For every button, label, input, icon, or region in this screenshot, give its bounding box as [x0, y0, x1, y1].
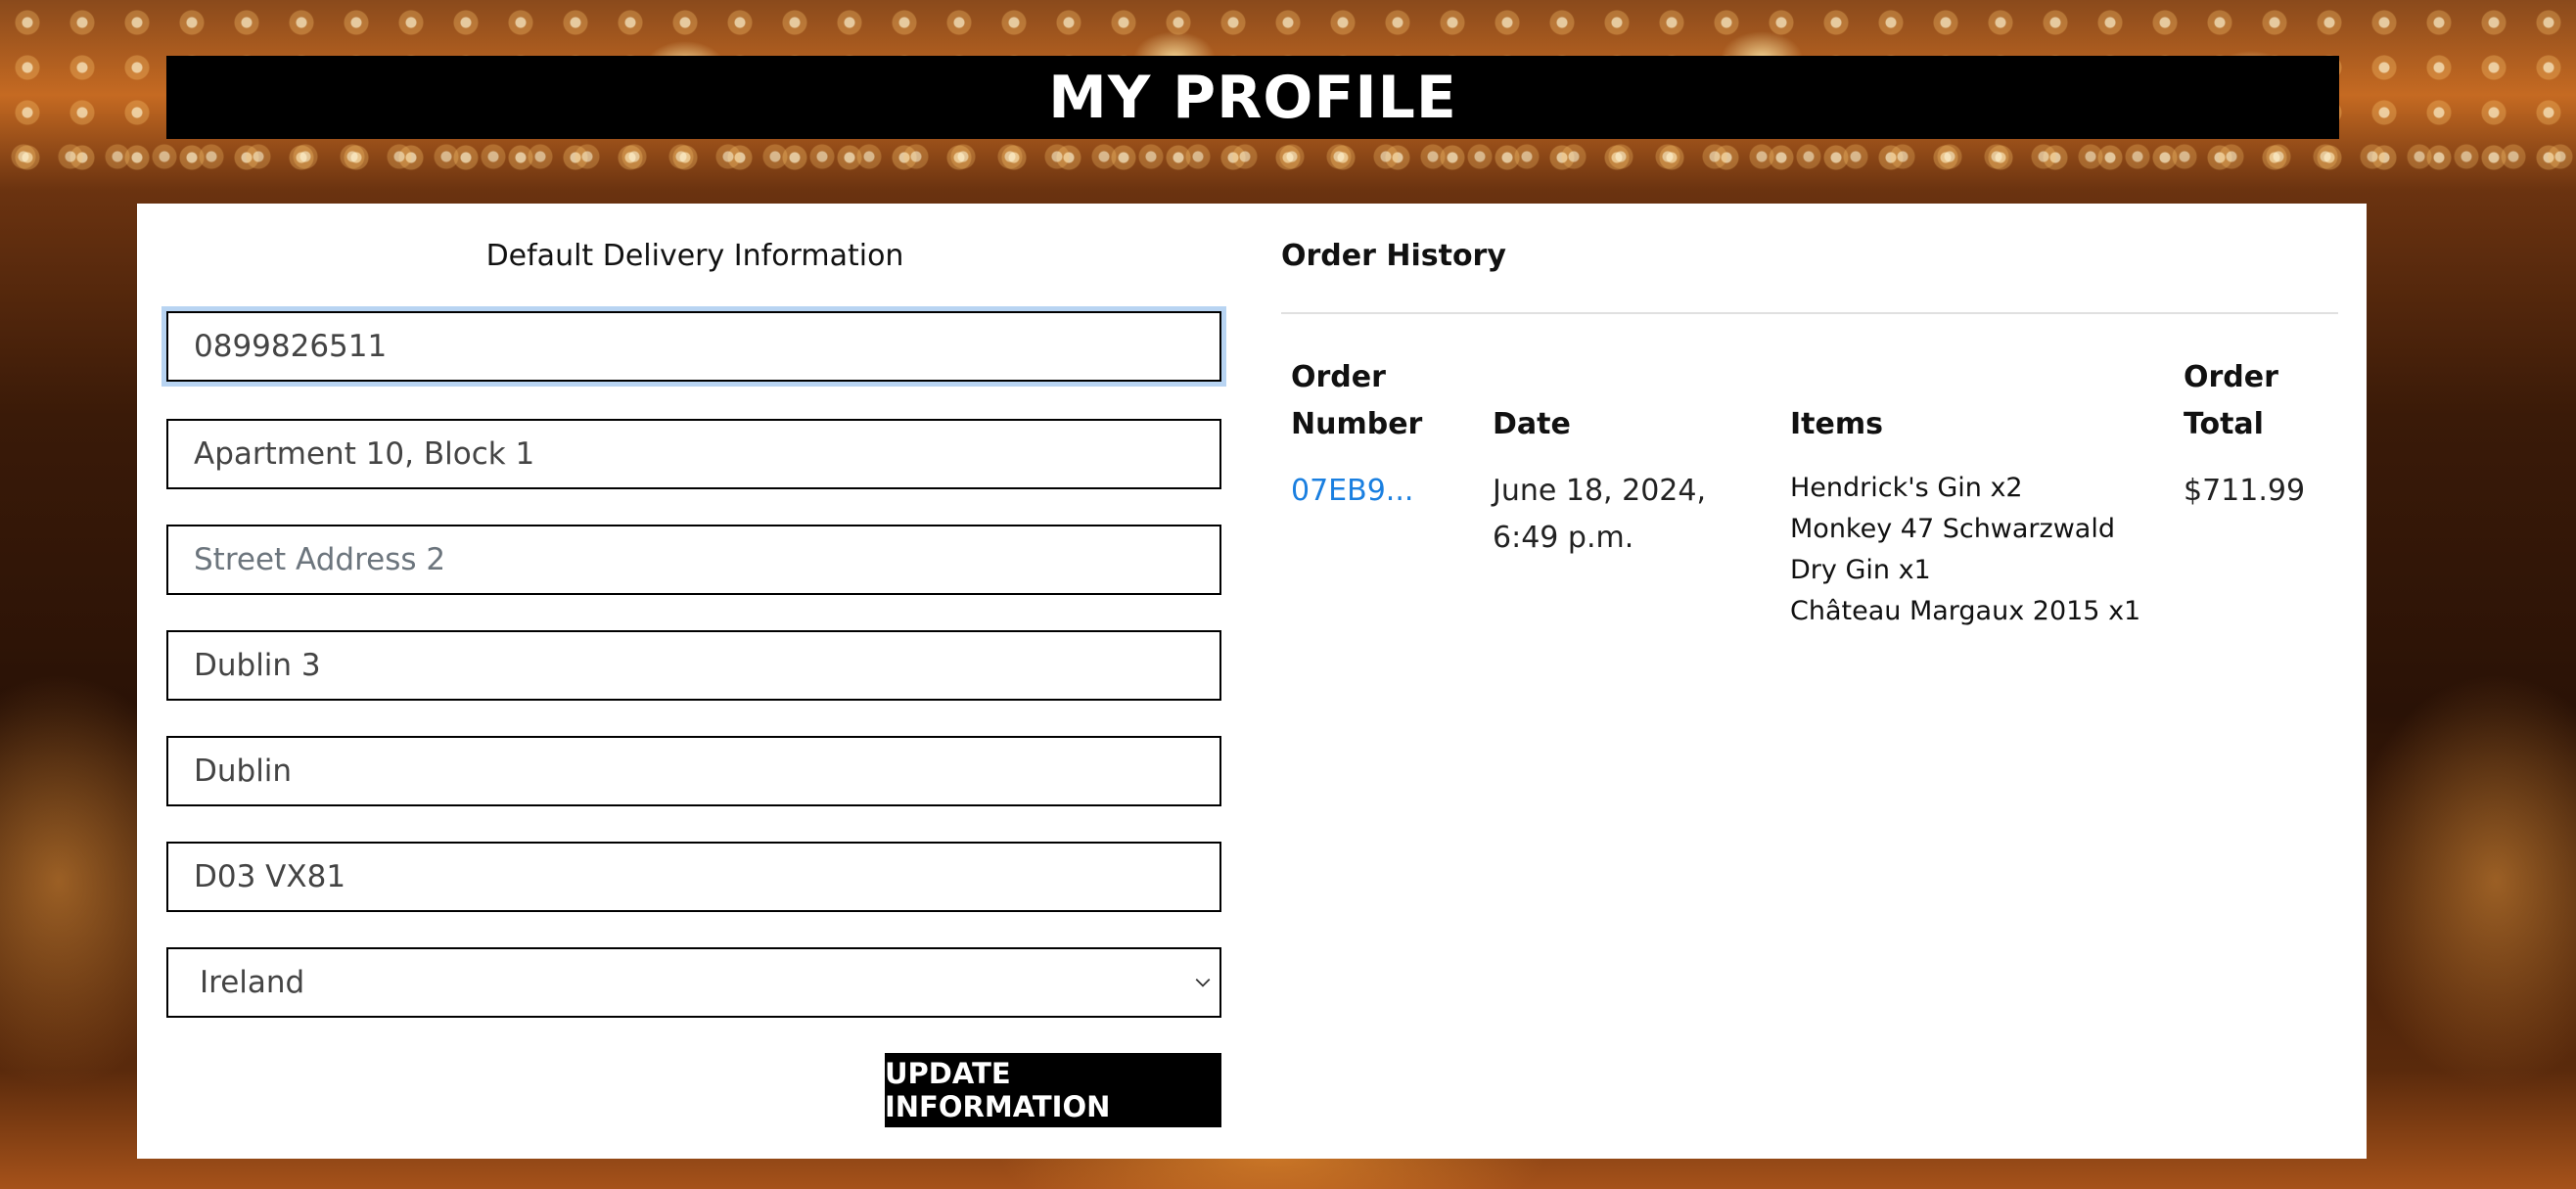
order-item: Hendrick's Gin x2	[1790, 473, 2023, 503]
update-information-button[interactable]: UPDATE INFORMATION	[885, 1053, 1221, 1127]
phone-field[interactable]	[166, 311, 1221, 382]
divider	[1281, 312, 2338, 314]
column-header-date: Date	[1493, 407, 1571, 441]
town-field[interactable]	[166, 736, 1221, 806]
street-address-2-field[interactable]	[166, 525, 1221, 595]
column-header-items: Items	[1790, 407, 1883, 441]
chevron-down-icon	[1195, 978, 1211, 987]
order-date: June 18, 2024, 6:49 p.m.	[1493, 474, 1706, 555]
page-title: MY PROFILE	[1048, 63, 1457, 132]
order-history-title: Order History	[1281, 239, 1506, 273]
column-header-order-total: Order Total	[2184, 360, 2278, 441]
county-input[interactable]	[194, 632, 1219, 699]
page-header: MY PROFILE	[166, 56, 2339, 139]
column-header-order-number: Order Number	[1291, 360, 1423, 441]
country-selected-value: Ireland	[200, 965, 305, 1000]
street-address-1-field[interactable]	[166, 419, 1221, 489]
order-number-link[interactable]: 07EB9...	[1291, 468, 1413, 515]
order-item: Château Margaux 2015 x1	[1790, 596, 2141, 626]
order-items: Hendrick's Gin x2 Monkey 47 Schwarzwald …	[1790, 468, 2162, 632]
county-field[interactable]	[166, 630, 1221, 701]
street-address-2-input[interactable]	[194, 526, 1219, 593]
country-select[interactable]: Ireland	[166, 947, 1221, 1018]
street-address-1-input[interactable]	[194, 421, 1219, 487]
town-input[interactable]	[194, 738, 1219, 804]
postcode-input[interactable]	[194, 844, 1219, 910]
profile-panel: Default Delivery Information Ireland UPD…	[137, 204, 2367, 1159]
postcode-field[interactable]	[166, 842, 1221, 912]
order-total: $711.99	[2184, 474, 2306, 508]
order-item: Monkey 47 Schwarzwald Dry Gin x1	[1790, 514, 2115, 585]
delivery-section-title: Default Delivery Information	[485, 239, 904, 273]
phone-input[interactable]	[194, 313, 1219, 380]
